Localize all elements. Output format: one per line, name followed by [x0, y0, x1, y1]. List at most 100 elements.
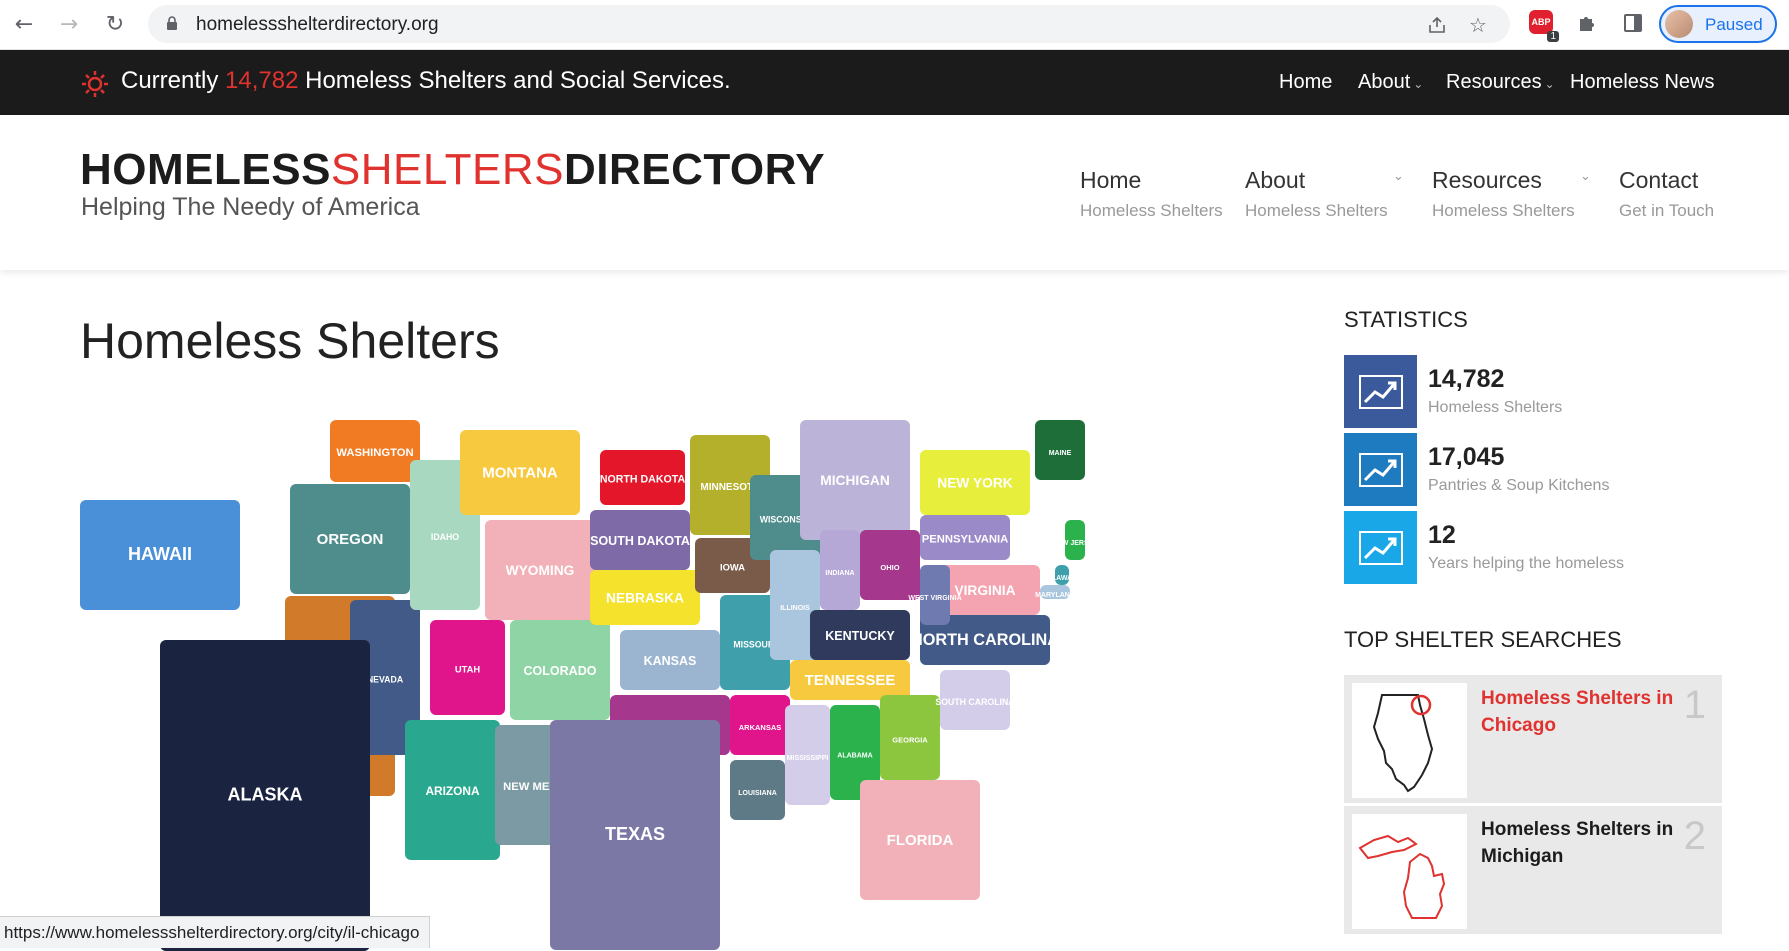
bookmark-star-icon[interactable]: ☆ [1466, 13, 1490, 37]
sun-icon [82, 71, 108, 97]
share-icon[interactable] [1425, 13, 1449, 37]
state-label: HAWAII [128, 544, 192, 564]
chevron-down-icon: ⌄ [1580, 169, 1591, 184]
state-label: IDAHO [431, 532, 459, 542]
profile-status: Paused [1705, 15, 1763, 34]
state-label: WYOMING [506, 563, 575, 578]
mainnav-contact[interactable]: Contact Get in Touch [1619, 167, 1714, 221]
stat-value: 12 [1428, 521, 1456, 549]
site-logo[interactable]: HOMELESSSHELTERSDIRECTORY [80, 145, 825, 195]
stat-box [1344, 511, 1417, 584]
state-label: MAINE [1049, 450, 1072, 457]
state-label: INDIANA [825, 570, 854, 577]
topnav-about[interactable]: About ⌄ [1358, 71, 1423, 94]
mainnav-about[interactable]: About Homeless Shelters ⌄ [1245, 167, 1404, 221]
avatar [1665, 10, 1693, 38]
state-label: ARIZONA [425, 784, 479, 798]
state-label: SOUTH DAKOTA [590, 534, 690, 548]
mainnav-contact-subtitle: Get in Touch [1619, 201, 1715, 220]
reload-icon[interactable]: ↻ [101, 10, 129, 38]
us-states-map[interactable]: WASHINGTONOREGONCALIFORNIANEVADAIDAHOMON… [80, 420, 1280, 951]
michigan-outline-thumbnail [1352, 814, 1467, 929]
page-title: Homeless Shelters [80, 313, 500, 369]
state-label: KENTUCKY [825, 629, 895, 643]
search-rank: 1 [1683, 683, 1706, 727]
message-suffix: Homeless Shelters and Social Services. [298, 67, 731, 94]
trend-chart-icon [1358, 374, 1403, 409]
chevron-down-icon: ⌄ [1413, 77, 1424, 91]
state-label: NEW JERSEY [1052, 540, 1098, 547]
mainnav-home[interactable]: Home Homeless Shelters [1080, 167, 1223, 221]
illinois-outline-thumbnail [1352, 683, 1467, 798]
state-label: OHIO [880, 563, 899, 572]
mainnav-about-subtitle: Homeless Shelters [1245, 201, 1388, 220]
state-label: ALABAMA [837, 753, 872, 760]
extensions-puzzle-icon[interactable] [1573, 10, 1599, 36]
sidebar: STATISTICS 14,782 Homeless Shelters 17,0… [1344, 305, 1722, 934]
topnav-home[interactable]: Home [1279, 71, 1332, 94]
topnav-homeless-news[interactable]: Homeless News [1570, 71, 1714, 94]
message-prefix: Currently [121, 67, 226, 94]
state-label: WEST VIRGINIA [908, 595, 961, 602]
state-label: COLORADO [524, 664, 597, 678]
state-label: IOWA [720, 563, 745, 573]
state-label: TENNESSEE [805, 672, 896, 689]
trend-chart-icon [1358, 530, 1403, 565]
state-label: KANSAS [644, 654, 697, 668]
stat-label: Years helping the homeless [1428, 555, 1624, 572]
state-label: MICHIGAN [820, 473, 890, 488]
back-icon[interactable]: ← [10, 10, 38, 38]
state-label: NEVADA [367, 675, 404, 685]
stat-pantries: 17,045 Pantries & Soup Kitchens [1344, 433, 1722, 506]
stat-box [1344, 433, 1417, 506]
chevron-down-icon: ⌄ [1544, 77, 1555, 91]
stat-value: 14,782 [1428, 365, 1505, 393]
statistics-heading-label: STATISTICS [1344, 307, 1478, 333]
address-bar[interactable]: homelessshelterdirectory.org ☆ [148, 5, 1510, 43]
state-label: NEBRASKA [606, 591, 684, 606]
state-label: FLORIDA [887, 832, 954, 849]
top-searches-heading-label: TOP SHELTER SEARCHES [1344, 627, 1632, 653]
stat-years: 12 Years helping the homeless [1344, 511, 1722, 584]
mainnav-resources[interactable]: Resources Homeless Shelters ⌄ [1432, 167, 1591, 221]
state-label: DELAWARE [1042, 575, 1082, 582]
topnav-resources-label: Resources [1446, 71, 1542, 93]
state-label: SOUTH CAROLINA [935, 697, 1015, 707]
browser-toolbar: ← → ↻ homelessshelterdirectory.org ☆ ABP… [0, 0, 1789, 50]
search-title[interactable]: Homeless Shelters in Chicago [1481, 685, 1681, 739]
state-label: OREGON [317, 531, 384, 548]
stat-label: Pantries & Soup Kitchens [1428, 477, 1610, 494]
site-tagline: Helping The Needy of America [81, 193, 420, 221]
state-label: ILLINOIS [780, 605, 810, 612]
state-label: UTAH [455, 665, 481, 675]
state-label: ARKANSAS [739, 723, 782, 732]
state-label: LOUISIANA [738, 790, 777, 797]
adblock-extension-icon[interactable]: ABP 1 [1529, 10, 1559, 42]
top-announcement-bar: Currently 14,782 Homeless Shelters and S… [0, 50, 1789, 115]
top-search-item-michigan[interactable]: Homeless Shelters in Michigan 2 [1344, 806, 1722, 934]
profile-button[interactable]: Paused [1659, 5, 1777, 43]
trend-chart-icon [1358, 452, 1403, 487]
state-label: MONTANA [482, 465, 558, 482]
search-title[interactable]: Homeless Shelters in Michigan [1481, 816, 1681, 870]
state-label: NORTH CAROLINA [911, 631, 1059, 649]
state-label: ALASKA [228, 785, 303, 805]
lock-icon [167, 16, 177, 30]
state-label: NEW YORK [937, 476, 1012, 491]
adblock-badge: 1 [1547, 31, 1559, 42]
stat-box [1344, 355, 1417, 428]
stat-label: Homeless Shelters [1428, 399, 1563, 416]
state-label: NORTH DAKOTA [600, 474, 686, 486]
url-text[interactable]: homelessshelterdirectory.org [196, 14, 439, 36]
topnav-resources[interactable]: Resources ⌄ [1446, 71, 1555, 94]
side-panel-icon[interactable] [1620, 10, 1646, 36]
stat-shelters: 14,782 Homeless Shelters [1344, 355, 1722, 428]
mainnav-home-subtitle: Homeless Shelters [1080, 201, 1223, 220]
logo-part-2: SHELTERS [330, 145, 564, 194]
forward-icon[interactable]: → [55, 10, 83, 38]
state-label: GEORGIA [892, 736, 928, 745]
chevron-down-icon: ⌄ [1393, 169, 1404, 184]
top-search-item-chicago[interactable]: Homeless Shelters in Chicago 1 [1344, 675, 1722, 803]
state-label: TEXAS [605, 824, 665, 844]
mainnav-home-title: Home [1080, 167, 1142, 193]
